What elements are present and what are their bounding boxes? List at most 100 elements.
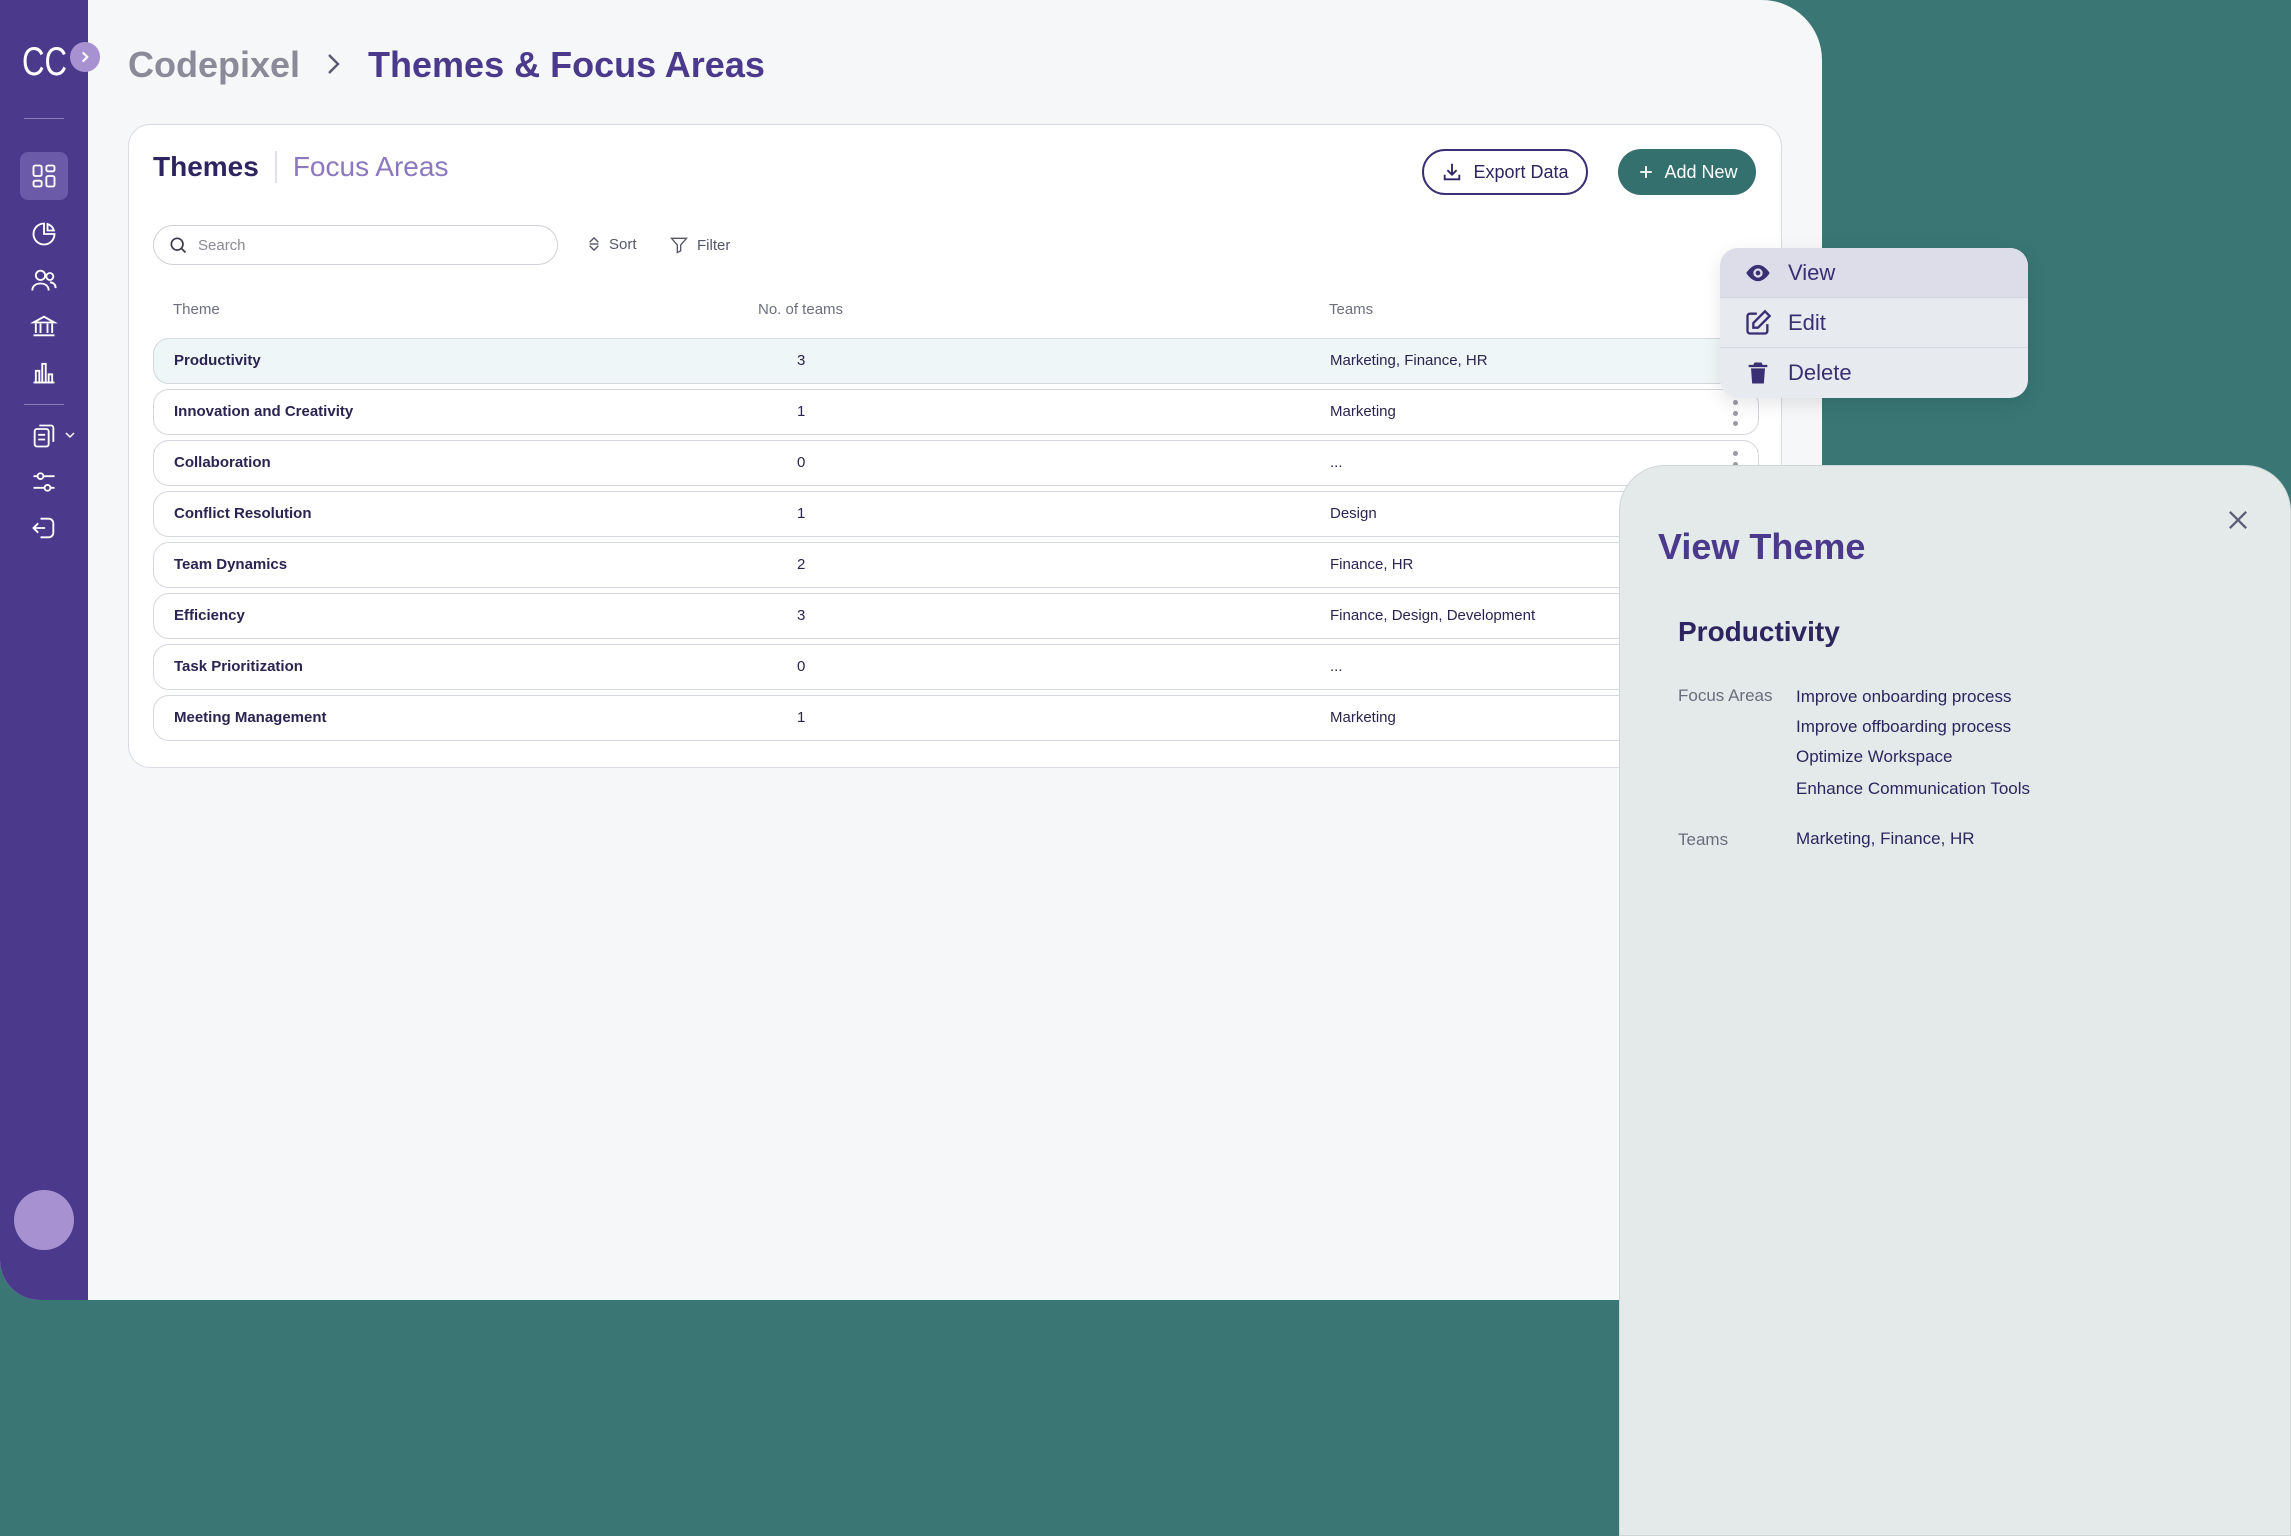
- logo: CC: [22, 40, 68, 84]
- plus-icon: [1640, 166, 1653, 178]
- cell-count: 3: [797, 607, 806, 624]
- cell-theme: Conflict Resolution: [174, 505, 312, 522]
- table-row[interactable]: Task Prioritization 0 ...: [153, 644, 1759, 690]
- teams-label: Teams: [1678, 830, 1729, 849]
- sidebar-item-analytics[interactable]: [20, 210, 68, 258]
- menu-item-edit-label: Edit: [1788, 309, 1826, 335]
- sidebar-item-settings[interactable]: [20, 458, 68, 506]
- sidebar-item-documents[interactable]: [20, 412, 68, 460]
- sidebar-item-organisation[interactable]: [20, 302, 68, 350]
- table-row[interactable]: Meeting Management 1 Marketing: [153, 695, 1759, 741]
- breadcrumb: Codepixel Themes & Focus Areas: [128, 44, 765, 86]
- export-data-button[interactable]: Export Data: [1422, 149, 1588, 195]
- menu-item-view-label: View: [1788, 259, 1836, 285]
- cell-count: 2: [797, 556, 806, 573]
- app-window: CC Codepixel Themes & Focus Areas Themes…: [0, 0, 1822, 1300]
- cell-theme: Efficiency: [174, 607, 245, 624]
- chevron-right-icon: [81, 51, 89, 63]
- filter-label: Filter: [697, 236, 731, 254]
- cell-theme: Innovation and Creativity: [174, 403, 354, 420]
- trash-icon: [1748, 362, 1768, 384]
- cell-count: 3: [797, 352, 806, 369]
- menu-item-delete-label: Delete: [1788, 360, 1852, 385]
- dashboard-icon: [32, 164, 56, 188]
- sidebar-item-reports[interactable]: [20, 348, 68, 396]
- cell-teams: Design: [1330, 505, 1377, 522]
- add-new-label: Add New: [1664, 161, 1738, 182]
- view-theme-panel: View Theme Productivity Focus Areas Impr…: [1619, 465, 2291, 1536]
- cell-teams: Marketing, Finance, HR: [1330, 352, 1488, 369]
- breadcrumb-root[interactable]: Codepixel: [128, 44, 300, 86]
- search-input[interactable]: [198, 236, 538, 254]
- search-box: [153, 225, 558, 265]
- tab-themes[interactable]: Themes: [153, 151, 275, 183]
- cell-teams: ...: [1330, 658, 1343, 675]
- teams-value: Marketing, Finance, HR: [1796, 829, 1975, 848]
- avatar[interactable]: [14, 1190, 74, 1250]
- menu-item-delete[interactable]: Delete: [1720, 348, 2028, 398]
- table-row[interactable]: Productivity 3 Marketing, Finance, HR: [153, 338, 1759, 384]
- cell-count: 1: [797, 709, 806, 726]
- tab-focus-areas[interactable]: Focus Areas: [274, 151, 448, 183]
- cell-theme: Collaboration: [174, 454, 271, 471]
- table-row[interactable]: Efficiency 3 Finance, Design, Developmen…: [153, 593, 1759, 639]
- sidebar-divider: [24, 404, 64, 405]
- bar-chart-icon: [33, 362, 55, 384]
- filter-button[interactable]: Filter: [669, 235, 730, 255]
- table-row[interactable]: Innovation and Creativity 1 Marketing: [153, 389, 1759, 435]
- cell-theme: Productivity: [174, 352, 261, 369]
- sidebar-divider: [24, 118, 64, 119]
- column-header-count[interactable]: No. of teams: [758, 301, 843, 318]
- focus-area-item: Improve offboarding process: [1796, 717, 2012, 736]
- table-row[interactable]: Conflict Resolution 1 Design: [153, 491, 1759, 537]
- sort-label: Sort: [609, 235, 637, 253]
- column-header-theme[interactable]: Theme: [173, 301, 220, 318]
- menu-item-edit[interactable]: Edit: [1720, 298, 2028, 348]
- export-data-label: Export Data: [1473, 161, 1569, 182]
- table-row[interactable]: Collaboration 0 ...: [153, 440, 1759, 486]
- sliders-icon: [33, 472, 55, 492]
- eye-icon: [1746, 264, 1770, 281]
- table-row[interactable]: Team Dynamics 2 Finance, HR: [153, 542, 1759, 588]
- bank-icon: [30, 315, 58, 337]
- cell-theme: Team Dynamics: [174, 556, 288, 573]
- sidebar: CC: [0, 0, 88, 1300]
- sidebar-item-dashboard[interactable]: [20, 152, 68, 200]
- page-title: Themes & Focus Areas: [368, 44, 765, 85]
- focus-area-item: Enhance Communication Tools: [1796, 779, 2031, 798]
- sidebar-item-users[interactable]: [20, 256, 68, 304]
- menu-item-view[interactable]: View: [1720, 248, 2028, 298]
- cell-count: 1: [797, 403, 806, 420]
- cell-count: 0: [797, 658, 806, 675]
- chart-pie-icon: [32, 222, 56, 246]
- breadcrumb-separator-icon: [326, 44, 342, 86]
- close-icon[interactable]: [2224, 506, 2252, 534]
- filter-icon: [670, 237, 688, 254]
- cell-teams: ...: [1330, 454, 1343, 471]
- cell-teams: Finance, Design, Development: [1330, 607, 1536, 624]
- sort-icon: [589, 236, 599, 252]
- edit-icon: [1746, 309, 1772, 335]
- tab-bar: Themes Focus Areas: [153, 151, 448, 183]
- themes-card: Themes Focus Areas Export Data Add New S…: [128, 124, 1782, 768]
- column-header-teams[interactable]: Teams: [1329, 301, 1373, 318]
- cell-teams: Marketing: [1330, 709, 1396, 726]
- cell-teams: Finance, HR: [1330, 556, 1414, 573]
- row-actions-icon[interactable]: [1731, 400, 1739, 426]
- add-new-button[interactable]: Add New: [1618, 149, 1756, 195]
- cell-teams: Marketing: [1330, 403, 1396, 420]
- focus-areas-label: Focus Areas: [1678, 686, 1773, 705]
- users-icon: [31, 269, 57, 291]
- panel-theme-name: Productivity: [1678, 616, 1840, 647]
- focus-area-item: Improve onboarding process: [1796, 687, 2012, 706]
- focus-area-item: Optimize Workspace: [1796, 747, 1953, 766]
- logout-icon: [32, 517, 55, 539]
- panel-title: View Theme: [1658, 526, 1866, 567]
- cell-theme: Task Prioritization: [174, 658, 303, 675]
- cell-theme: Meeting Management: [174, 709, 327, 726]
- sidebar-expand-button[interactable]: [70, 42, 100, 72]
- sort-button[interactable]: Sort: [587, 235, 637, 253]
- cell-count: 1: [797, 505, 806, 522]
- sidebar-item-logout[interactable]: [20, 504, 68, 552]
- chevron-down-icon[interactable]: [64, 428, 76, 440]
